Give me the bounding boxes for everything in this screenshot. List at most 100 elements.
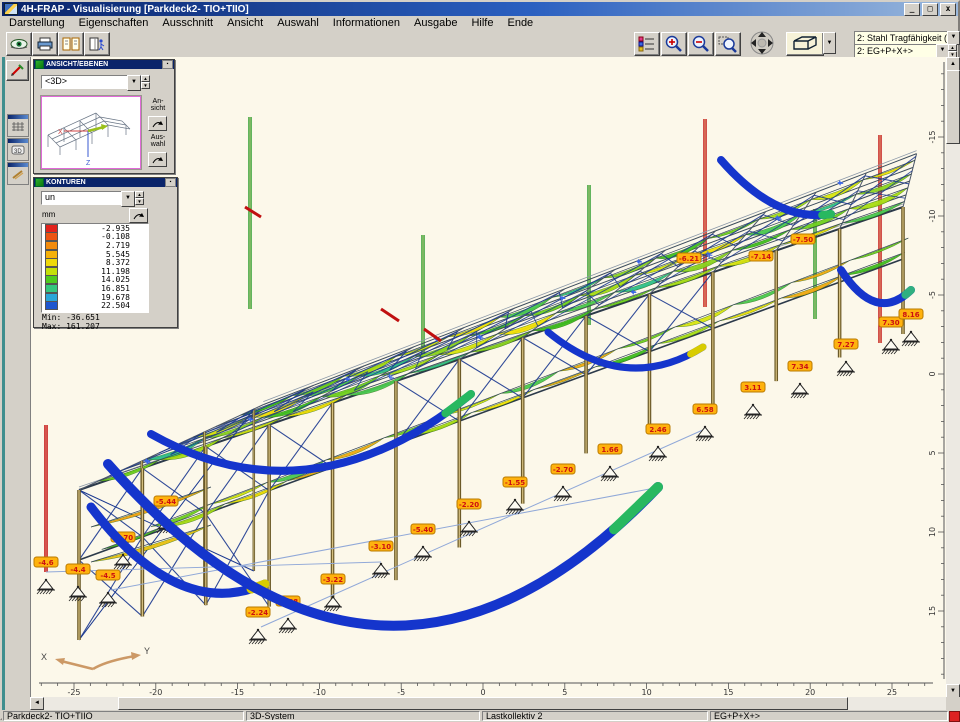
result-case-combo[interactable]: 2: Stahl Tragfähigkeit (Th. 2. O: [854, 31, 951, 45]
pages-button[interactable]: [58, 32, 84, 56]
legend-row: 19.678: [42, 293, 148, 302]
ruler-x-label: 10: [642, 688, 652, 697]
scroll-down-icon[interactable]: ▼: [946, 684, 960, 698]
zoom-in-button[interactable]: [661, 32, 687, 56]
view-preview[interactable]: X Z: [41, 96, 141, 169]
preview-axis-z-label: Z: [86, 160, 91, 166]
ruler-y-label: 0: [928, 371, 937, 376]
printer-icon: [36, 37, 54, 51]
support-symbol: [791, 383, 809, 398]
legend-row: -0.108: [42, 233, 148, 242]
view-panel-close-icon[interactable]: ▪: [162, 60, 173, 69]
ruler-x-label: -25: [67, 688, 80, 697]
node-value-badge: 1.66: [598, 444, 622, 454]
menu-item-ausgabe[interactable]: Ausgabe: [407, 17, 464, 29]
menu-item-eigenschaften[interactable]: Eigenschaften: [72, 17, 156, 29]
support-symbol: [696, 426, 714, 441]
zoom-out-button[interactable]: [688, 32, 714, 56]
node-value-badge: -6.21: [677, 253, 701, 263]
auswahl-apply-button[interactable]: [148, 152, 167, 167]
menu-item-ansicht[interactable]: Ansicht: [220, 17, 270, 29]
node-value-badge: 2.46: [646, 424, 670, 434]
horizontal-scrollbar[interactable]: ◄ ►: [30, 697, 960, 710]
menu-item-informationen[interactable]: Informationen: [326, 17, 407, 29]
view-cube-dropdown[interactable]: ▼: [823, 32, 836, 54]
svg-text:7.27: 7.27: [837, 341, 854, 349]
node-value-badge: 6.58: [693, 404, 717, 414]
curved-arrow-icon: [132, 211, 145, 220]
minimized-panel-3d[interactable]: 3D: [7, 138, 29, 161]
minimized-panel-pen[interactable]: [7, 162, 29, 185]
menu-item-auswahl[interactable]: Auswahl: [270, 17, 326, 29]
contours-panel-close-icon[interactable]: ▪: [165, 178, 176, 187]
minimize-button[interactable]: _: [904, 3, 920, 16]
support-symbol: [249, 629, 267, 644]
scroll-left-icon[interactable]: ◄: [30, 697, 44, 710]
node-value-badge: -4.4: [66, 564, 90, 574]
zoom-window-icon: [718, 35, 738, 53]
view-eye-button[interactable]: [6, 32, 32, 56]
menu-bar: DarstellungEigenschaftenAusschnittAnsich…: [2, 16, 958, 31]
book-pages-icon: [62, 37, 80, 51]
contour-quantity-combo[interactable]: un: [41, 191, 126, 205]
menu-item-ende[interactable]: Ende: [500, 17, 540, 29]
svg-text:-5.40: -5.40: [413, 526, 433, 534]
exit-button[interactable]: [84, 32, 110, 56]
contour-quantity-dropdown[interactable]: ▼: [121, 191, 135, 207]
menu-item-darstellung[interactable]: Darstellung: [2, 17, 72, 29]
support-symbol: [649, 446, 667, 461]
node-value-badge: 7.27: [834, 339, 858, 349]
view-mode-dropdown[interactable]: ▼: [127, 75, 141, 91]
vertical-scroll-thumb[interactable]: [946, 70, 960, 144]
contour-max-value: 161.207: [66, 322, 100, 331]
load-case-combo[interactable]: 2: EG+P+X+>: [854, 44, 940, 58]
legend-swatch: [45, 301, 58, 310]
axis-x-label: X: [41, 652, 47, 662]
title-bar[interactable]: 4H-FRAP - Visualisierung [Parkdeck2- TIO…: [2, 2, 958, 16]
scrollbar-corner: [946, 697, 960, 710]
display-options-button[interactable]: [634, 32, 660, 56]
horizontal-scroll-thumb[interactable]: [118, 697, 848, 710]
ruler-x-label: -10: [313, 688, 326, 697]
zoom-window-button[interactable]: [715, 32, 741, 56]
minimized-panel-net[interactable]: [7, 114, 29, 137]
svg-text:-7.50: -7.50: [793, 236, 813, 244]
menu-item-ausschnitt[interactable]: Ausschnitt: [155, 17, 220, 29]
view-panel-title-bar[interactable]: ANSICHT/EBENEN ▪: [34, 60, 174, 69]
legend-row: -2.935: [42, 224, 148, 233]
view-cube-button[interactable]: [786, 32, 824, 56]
left-tool-strip: 3D: [5, 57, 31, 697]
view-mode-spinner[interactable]: ▲▼: [141, 75, 150, 89]
scroll-up-icon[interactable]: ▲: [946, 57, 960, 71]
menu-item-hilfe[interactable]: Hilfe: [464, 17, 500, 29]
result-case-dropdown[interactable]: ▼: [947, 31, 960, 45]
load-case-spinner[interactable]: ▲▼: [948, 44, 957, 56]
node-value-badge: -1.55: [503, 477, 527, 487]
contour-apply-button[interactable]: [129, 208, 148, 223]
contours-panel: KONTUREN ▪ un ▼ ▲▼ mm -2.935-0.1082.7195…: [33, 177, 178, 328]
contours-panel-title-bar[interactable]: KONTUREN ▪: [34, 178, 177, 187]
node-value-badge: -3.22: [321, 574, 345, 584]
svg-text:-1.55: -1.55: [505, 479, 525, 487]
node-value-badge: -5.44: [154, 496, 178, 506]
contour-quantity-spinner[interactable]: ▲▼: [135, 191, 144, 205]
pan-arrows-icon: [747, 31, 777, 55]
edit-pen-button[interactable]: [6, 60, 29, 81]
drawing-canvas[interactable]: -4.6-4.4-4.5-5.70-5.44-2.24-5.88-3.22-3.…: [30, 57, 946, 697]
zoom-out-icon: [691, 35, 711, 53]
print-button[interactable]: [32, 32, 58, 56]
pen-icon: [10, 64, 25, 77]
close-button[interactable]: x: [940, 3, 956, 16]
vertical-scrollbar[interactable]: ▲ ▼: [946, 57, 960, 697]
ansicht-apply-button[interactable]: [148, 116, 167, 131]
view-mode-combo[interactable]: <3D>: [41, 75, 132, 89]
support-symbol: [554, 486, 572, 501]
svg-text:-6.21: -6.21: [679, 255, 699, 263]
ruler-y-label: 5: [928, 450, 937, 455]
legend-row: 14.025: [42, 276, 148, 285]
auswahl-label: Aus-wahl: [144, 134, 172, 148]
maximize-button[interactable]: □: [922, 3, 938, 16]
svg-text:-2.70: -2.70: [553, 466, 573, 474]
pan-button[interactable]: [746, 32, 778, 54]
preview-axis-x-label: X: [58, 129, 63, 136]
